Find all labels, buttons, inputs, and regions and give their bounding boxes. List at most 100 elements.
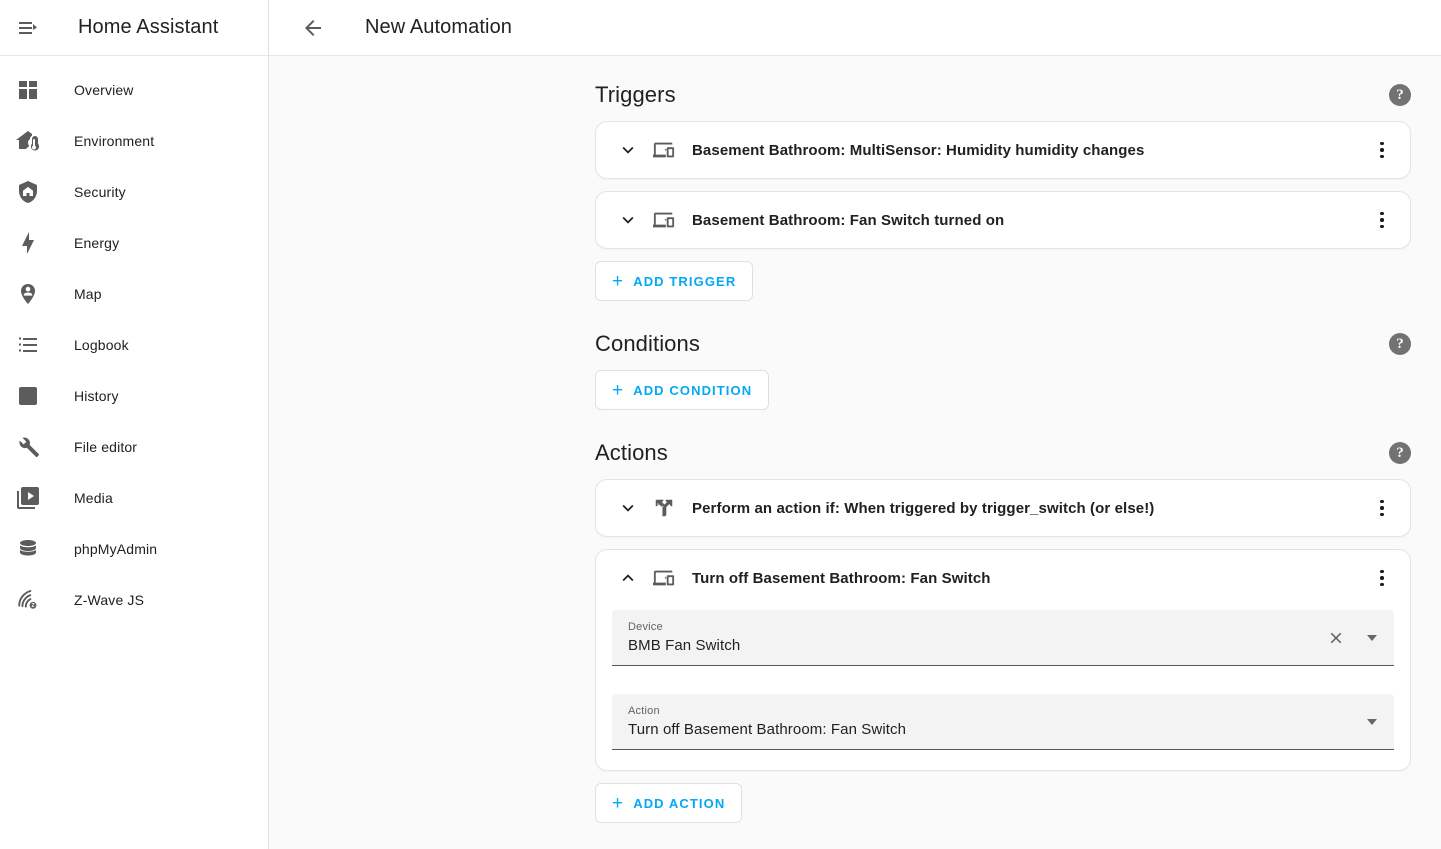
menu-down-icon[interactable] bbox=[1354, 620, 1390, 656]
action-card-header[interactable]: Perform an action if: When triggered by … bbox=[596, 480, 1410, 536]
device-field[interactable]: Device BMB Fan Switch bbox=[612, 610, 1394, 666]
chevron-up-icon[interactable] bbox=[608, 558, 648, 598]
sidebar-item-media[interactable]: Media bbox=[0, 472, 268, 523]
sidebar-header: Home Assistant bbox=[0, 0, 268, 56]
action-field-label: Action bbox=[628, 705, 660, 717]
trigger-card-header[interactable]: Basement Bathroom: Fan Switch turned on bbox=[596, 192, 1410, 248]
device-field-label: Device bbox=[628, 621, 663, 633]
database-icon bbox=[15, 536, 41, 562]
sidebar-item-file-editor[interactable]: File editor bbox=[0, 421, 268, 472]
device-field-value: BMB Fan Switch bbox=[628, 637, 741, 654]
actions-section-header: Actions ? bbox=[269, 440, 1421, 466]
action-title: Perform an action if: When triggered by … bbox=[692, 499, 1155, 517]
format-list-bulleted-icon bbox=[15, 332, 41, 358]
action-card-body: Device BMB Fan Switch Action Turn off Ba… bbox=[596, 606, 1410, 770]
z-wave-icon: Z bbox=[15, 587, 41, 613]
sidebar-item-energy[interactable]: Energy bbox=[0, 217, 268, 268]
trigger-card: Basement Bathroom: Fan Switch turned on bbox=[595, 191, 1411, 249]
trigger-card: Basement Bathroom: MultiSensor: Humidity… bbox=[595, 121, 1411, 179]
devices-icon bbox=[652, 208, 676, 232]
sidebar-item-security[interactable]: Security bbox=[0, 166, 268, 217]
sidebar-item-history[interactable]: History bbox=[0, 370, 268, 421]
add-trigger-button[interactable]: + ADD TRIGGER bbox=[595, 261, 754, 301]
dots-vertical-icon[interactable] bbox=[1362, 488, 1402, 528]
shield-home-icon bbox=[15, 179, 41, 205]
map-marker-account-icon bbox=[15, 281, 41, 307]
triggers-section-header: Triggers ? bbox=[269, 82, 1421, 108]
plus-icon: + bbox=[612, 792, 625, 814]
sidebar-item-label: Energy bbox=[74, 234, 120, 251]
sidebar-item-label: Z-Wave JS bbox=[74, 591, 145, 608]
sidebar-item-label: Map bbox=[74, 285, 102, 302]
action-card-header[interactable]: Turn off Basement Bathroom: Fan Switch bbox=[596, 550, 1410, 606]
action-card: Perform an action if: When triggered by … bbox=[595, 479, 1411, 537]
chevron-down-icon[interactable] bbox=[608, 130, 648, 170]
devices-icon bbox=[652, 138, 676, 162]
wrench-icon bbox=[15, 434, 41, 460]
caret-down-shape bbox=[1367, 718, 1377, 725]
plus-icon: + bbox=[612, 270, 625, 292]
sidebar-item-environment[interactable]: Environment bbox=[0, 115, 268, 166]
add-condition-label: ADD CONDITION bbox=[633, 382, 753, 398]
sidebar-item-label: History bbox=[74, 387, 119, 404]
svg-text:Z: Z bbox=[31, 603, 34, 609]
toolbar: New Automation bbox=[269, 0, 1441, 56]
brand-title: Home Assistant bbox=[78, 16, 219, 38]
sidebar-item-z-wave-js[interactable]: Z Z-Wave JS bbox=[0, 574, 268, 625]
close-icon[interactable] bbox=[1318, 620, 1354, 656]
chart-box-icon bbox=[15, 383, 41, 409]
sidebar-item-map[interactable]: Map bbox=[0, 268, 268, 319]
dots-vertical-icon[interactable] bbox=[1362, 130, 1402, 170]
content-scroll-area[interactable]: Triggers ? Basement Bathroom: MultiSenso… bbox=[269, 56, 1441, 849]
sidebar-item-label: Media bbox=[74, 489, 113, 506]
sidebar-item-label: phpMyAdmin bbox=[74, 540, 158, 557]
devices-icon bbox=[652, 566, 676, 590]
caret-down-shape bbox=[1367, 634, 1377, 641]
call-split-icon bbox=[652, 496, 676, 520]
menu-down-icon[interactable] bbox=[1354, 704, 1390, 740]
conditions-list: + ADD CONDITION bbox=[269, 370, 1421, 414]
help-circle-icon[interactable]: ? bbox=[1389, 84, 1411, 106]
play-box-multiple-icon bbox=[15, 485, 41, 511]
sidebar: Home Assistant Overview Environment Secu bbox=[0, 0, 269, 849]
add-action-button[interactable]: + ADD ACTION bbox=[595, 783, 743, 823]
chevron-down-icon[interactable] bbox=[608, 488, 648, 528]
plus-icon: + bbox=[612, 379, 625, 401]
chevron-down-icon[interactable] bbox=[608, 200, 648, 240]
help-circle-icon[interactable]: ? bbox=[1389, 442, 1411, 464]
add-condition-button[interactable]: + ADD CONDITION bbox=[595, 370, 770, 410]
arrow-left-icon[interactable] bbox=[289, 4, 337, 52]
dots-vertical-icon[interactable] bbox=[1362, 558, 1402, 598]
action-field-value: Turn off Basement Bathroom: Fan Switch bbox=[628, 721, 907, 738]
section-title: Conditions bbox=[595, 331, 700, 356]
trigger-title: Basement Bathroom: Fan Switch turned on bbox=[692, 211, 1005, 229]
triggers-list: Basement Bathroom: MultiSensor: Humidity… bbox=[269, 121, 1421, 305]
conditions-section-header: Conditions ? bbox=[269, 331, 1421, 357]
app-root: Home Assistant Overview Environment Secu bbox=[0, 0, 1441, 849]
lightning-bolt-icon bbox=[15, 230, 41, 256]
sidebar-item-label: File editor bbox=[74, 438, 138, 455]
main-panel: New Automation Triggers ? Basement Bathr… bbox=[269, 0, 1441, 849]
sidebar-nav: Overview Environment Security Energy Map… bbox=[0, 56, 268, 625]
help-circle-icon[interactable]: ? bbox=[1389, 333, 1411, 355]
add-trigger-label: ADD TRIGGER bbox=[633, 273, 737, 289]
page-title: New Automation bbox=[365, 16, 513, 38]
sidebar-item-phpmyadmin[interactable]: phpMyAdmin bbox=[0, 523, 268, 574]
sidebar-item-label: Environment bbox=[74, 132, 155, 149]
dots-vertical-icon[interactable] bbox=[1362, 200, 1402, 240]
trigger-card-header[interactable]: Basement Bathroom: MultiSensor: Humidity… bbox=[596, 122, 1410, 178]
action-title: Turn off Basement Bathroom: Fan Switch bbox=[692, 569, 991, 587]
section-title: Triggers bbox=[595, 82, 676, 107]
action-field[interactable]: Action Turn off Basement Bathroom: Fan S… bbox=[612, 694, 1394, 750]
action-card: Turn off Basement Bathroom: Fan Switch D… bbox=[595, 549, 1411, 771]
sidebar-item-label: Logbook bbox=[74, 336, 129, 353]
menu-open-icon[interactable] bbox=[4, 4, 52, 52]
view-dashboard-icon bbox=[15, 77, 41, 103]
actions-list: Perform an action if: When triggered by … bbox=[269, 479, 1421, 827]
sidebar-item-label: Security bbox=[74, 183, 126, 200]
section-title: Actions bbox=[595, 440, 668, 465]
sidebar-item-label: Overview bbox=[74, 81, 134, 98]
add-action-label: ADD ACTION bbox=[633, 795, 726, 811]
sidebar-item-overview[interactable]: Overview bbox=[0, 64, 268, 115]
sidebar-item-logbook[interactable]: Logbook bbox=[0, 319, 268, 370]
